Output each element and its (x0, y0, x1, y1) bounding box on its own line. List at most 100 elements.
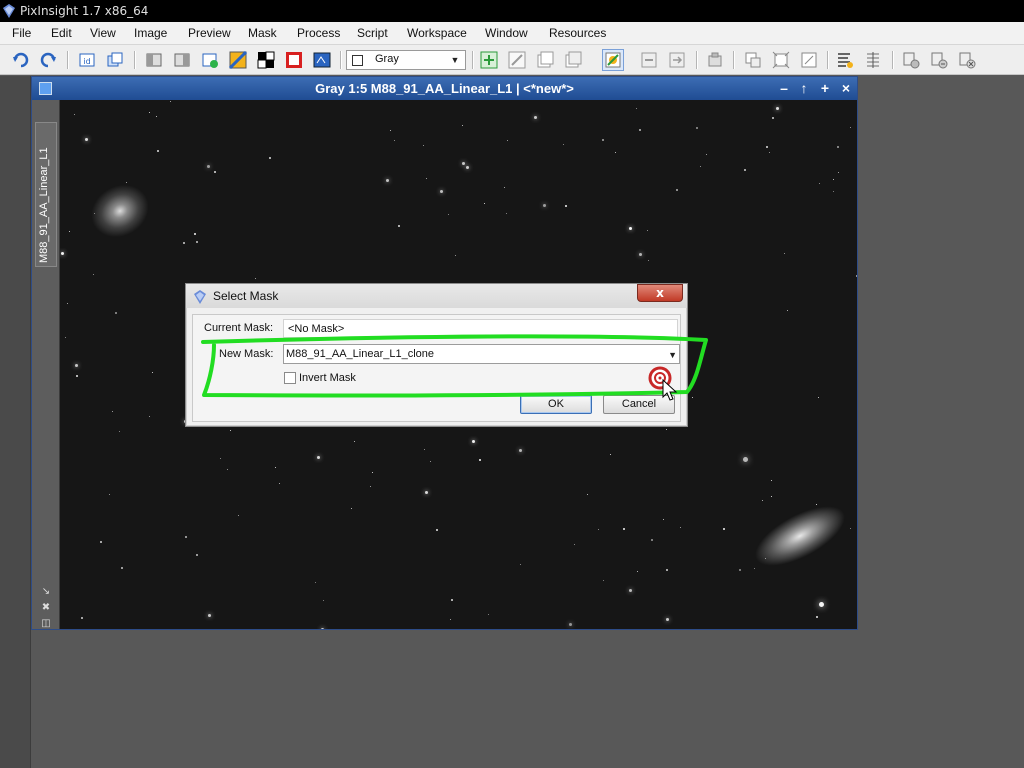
toolbar-separator (827, 51, 829, 69)
star (856, 275, 857, 277)
star (819, 183, 820, 184)
star (769, 152, 770, 153)
identifier-icon[interactable]: id (78, 51, 96, 69)
star (275, 467, 276, 468)
channel-select[interactable]: Gray ▼ (346, 50, 466, 70)
star (484, 203, 485, 204)
dialog-title-bar[interactable]: Select Mask (186, 284, 687, 308)
star (386, 179, 389, 182)
new-image-icon[interactable] (201, 51, 219, 69)
copy-icon[interactable]: ◫ (40, 618, 52, 630)
star (776, 107, 779, 110)
menu-view[interactable]: View (90, 22, 116, 45)
channel-select-value: Gray (375, 53, 399, 65)
view-icon[interactable] (902, 51, 920, 69)
zoom-in-icon[interactable] (744, 51, 762, 69)
image-id-tab[interactable]: M88_91_AA_Linear_L1 (35, 122, 57, 267)
readout-icon[interactable] (836, 51, 854, 69)
star (762, 500, 763, 501)
dialog-close-button[interactable]: x (637, 284, 683, 302)
star (315, 582, 316, 583)
star (666, 569, 668, 571)
menu-mask[interactable]: Mask (248, 22, 277, 45)
star (784, 253, 785, 254)
star (603, 580, 604, 581)
star (100, 541, 102, 543)
invert-icon[interactable] (257, 51, 275, 69)
star (354, 441, 355, 442)
star (766, 146, 768, 148)
fit-view-icon[interactable] (772, 51, 790, 69)
star (787, 310, 788, 311)
star (448, 214, 449, 215)
menu-preview[interactable]: Preview (188, 22, 231, 45)
view-icon[interactable] (930, 51, 948, 69)
window-icon[interactable] (145, 51, 163, 69)
new-mask-select[interactable]: M88_91_AA_Linear_L1_clone ▼ (283, 344, 680, 364)
galaxy-lower-right (745, 493, 855, 579)
toolbar-separator (733, 51, 735, 69)
shade-icon[interactable]: ↑ (796, 77, 812, 100)
edit-preview-icon[interactable] (508, 51, 526, 69)
stf-icon[interactable] (229, 51, 247, 69)
preview-icon[interactable] (536, 51, 554, 69)
menu-workspace[interactable]: Workspace (407, 22, 467, 45)
menu-resources[interactable]: Resources (549, 22, 606, 45)
image-window-title-bar[interactable]: Gray 1:5 M88_91_AA_Linear_L1 | <*new*> –… (32, 77, 857, 100)
undo-icon[interactable] (12, 51, 30, 69)
mask-disable-icon[interactable] (640, 51, 658, 69)
arrow-icon[interactable]: ↘ (40, 586, 52, 598)
mask-invert-icon[interactable] (668, 51, 686, 69)
star (637, 571, 638, 572)
duplicate-icon[interactable] (106, 51, 124, 69)
star (706, 154, 707, 155)
close-icon[interactable]: × (838, 77, 854, 100)
image-id-tab-label: M88_91_AA_Linear_L1 (38, 147, 50, 263)
star (423, 145, 424, 146)
maximize-icon[interactable]: + (817, 77, 833, 100)
star (488, 614, 489, 615)
star (394, 140, 395, 141)
cursor-icon[interactable] (864, 51, 882, 69)
star (520, 564, 521, 565)
menu-file[interactable]: File (12, 22, 31, 45)
cancel-button[interactable]: Cancel (603, 395, 675, 414)
minimize-icon[interactable]: – (776, 77, 792, 100)
star (462, 162, 465, 165)
star (819, 602, 824, 607)
process-icon[interactable] (313, 51, 331, 69)
zoom-out-icon[interactable] (800, 51, 818, 69)
new-preview-icon[interactable] (480, 51, 498, 69)
star (76, 375, 78, 377)
star (119, 431, 120, 432)
invert-mask-checkbox[interactable] (284, 372, 296, 384)
mask-icon[interactable] (285, 51, 303, 69)
star (696, 127, 698, 129)
star (723, 528, 725, 530)
toolbar: id (0, 45, 1024, 75)
star (94, 213, 95, 214)
app-title: PixInsight 1.7 x86_64 (20, 4, 149, 18)
star (771, 496, 772, 497)
star (504, 187, 505, 188)
menu-process[interactable]: Process (297, 22, 340, 45)
star (317, 456, 320, 459)
window-icon[interactable] (173, 51, 191, 69)
invert-mask-label[interactable]: Invert Mask (299, 372, 356, 384)
menu-edit[interactable]: Edit (51, 22, 72, 45)
ok-button[interactable]: OK (520, 395, 592, 414)
star (238, 515, 239, 516)
star (629, 227, 632, 230)
app-title-bar: PixInsight 1.7 x86_64 (0, 0, 1024, 22)
zoom-icon[interactable] (706, 51, 724, 69)
redo-icon[interactable] (39, 51, 57, 69)
menu-image[interactable]: Image (134, 22, 167, 45)
view-icon[interactable] (958, 51, 976, 69)
menu-window[interactable]: Window (485, 22, 528, 45)
preview-icon[interactable] (564, 51, 582, 69)
star (323, 600, 324, 601)
star (850, 127, 851, 128)
menu-script[interactable]: Script (357, 22, 388, 45)
crosshair-icon[interactable]: ✖ (40, 602, 52, 614)
show-mask-icon[interactable] (602, 49, 624, 71)
